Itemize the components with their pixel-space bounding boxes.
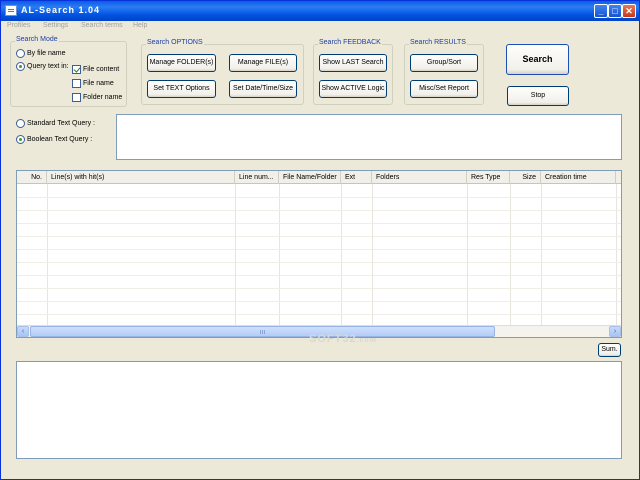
menu-settings[interactable]: Settings <box>43 22 68 29</box>
query-text-in-radio[interactable] <box>16 62 25 71</box>
col-header-line-num[interactable]: Line num... <box>235 171 279 184</box>
close-button[interactable]: ✕ <box>622 4 636 18</box>
menu-bar: Profiles Settings Search terms Help <box>1 21 639 33</box>
watermark: SOFT32.com <box>309 333 377 345</box>
boolean-query-label: Boolean Text Query : <box>27 136 93 143</box>
search-mode-title: Search Mode <box>15 36 59 43</box>
grid-row-divider <box>17 197 621 198</box>
query-text-in-label: Query text in: <box>27 63 69 70</box>
standard-query-radio[interactable] <box>16 119 25 128</box>
show-active-logic-button[interactable]: Show ACTIVE Logic <box>319 80 387 98</box>
set-date-time-size-button[interactable]: Set Date/Time/Size <box>229 80 297 98</box>
title-bar[interactable]: AL-Search 1.04 _ □ ✕ <box>1 1 639 21</box>
maximize-button[interactable]: □ <box>608 4 622 18</box>
file-content-checkbox[interactable] <box>72 65 81 74</box>
menu-search-terms[interactable]: Search terms <box>81 22 123 29</box>
main-window: AL-Search 1.04 _ □ ✕ Profiles Settings S… <box>0 0 640 480</box>
menu-profiles[interactable]: Profiles <box>7 22 30 29</box>
misc-set-report-button[interactable]: Misc/Set Report <box>410 80 478 98</box>
query-text-input[interactable] <box>116 114 622 160</box>
file-content-label: File content <box>83 66 120 73</box>
file-name-checkbox[interactable] <box>72 79 81 88</box>
grid-row-divider <box>17 249 621 250</box>
window-title: AL-Search 1.04 <box>21 5 101 15</box>
manage-files-button[interactable]: Manage FILE(s) <box>229 54 297 72</box>
grid-col-divider <box>47 184 48 326</box>
grid-col-divider <box>510 184 511 326</box>
standard-query-label: Standard Text Query : <box>27 120 95 127</box>
grid-col-divider <box>467 184 468 326</box>
app-icon <box>5 5 17 16</box>
stop-button[interactable]: Stop <box>507 86 569 106</box>
scroll-left-arrow-icon[interactable]: ‹ <box>17 326 29 337</box>
watermark-suffix: .com <box>356 337 377 344</box>
grid-col-divider <box>372 184 373 326</box>
grid-row-divider <box>17 262 621 263</box>
show-last-search-button[interactable]: Show LAST Search <box>319 54 387 72</box>
by-file-name-radio[interactable] <box>16 49 25 58</box>
results-table[interactable]: No. Line(s) with hit(s) Line num... File… <box>16 170 622 338</box>
sum-button[interactable]: Sum. <box>598 343 621 357</box>
grid-row-divider <box>17 288 621 289</box>
boolean-query-radio[interactable] <box>16 135 25 144</box>
grid-row-divider <box>17 314 621 315</box>
by-file-name-label: By file name <box>27 50 66 57</box>
col-header-res-type[interactable]: Res Type <box>467 171 510 184</box>
grid-row-divider <box>17 236 621 237</box>
grid-col-divider <box>235 184 236 326</box>
search-button[interactable]: Search <box>506 44 569 75</box>
col-header-ext[interactable]: Ext <box>341 171 372 184</box>
grid-row-divider <box>17 275 621 276</box>
folder-name-checkbox[interactable] <box>72 93 81 102</box>
search-options-title: Search OPTIONS <box>146 39 204 46</box>
col-header-creation-time[interactable]: Creation time <box>541 171 616 184</box>
watermark-text: SOFT32 <box>309 333 357 345</box>
group-sort-button[interactable]: Group/Sort <box>410 54 478 72</box>
search-feedback-title: Search FEEDBACK <box>318 39 382 46</box>
grid-row-divider <box>17 301 621 302</box>
col-header-folders[interactable]: Folders <box>372 171 467 184</box>
col-header-no[interactable]: No. <box>17 171 47 184</box>
report-output-area[interactable] <box>16 361 622 459</box>
grid-row-divider <box>17 223 621 224</box>
scroll-right-arrow-icon[interactable]: › <box>609 326 621 337</box>
col-header-lines-with-hits[interactable]: Line(s) with hit(s) <box>47 171 235 184</box>
minimize-button[interactable]: _ <box>594 4 608 18</box>
grid-col-divider <box>616 184 617 326</box>
grid-col-divider <box>279 184 280 326</box>
search-results-title: Search RESULTS <box>409 39 467 46</box>
set-text-options-button[interactable]: Set TEXT Options <box>147 80 216 98</box>
grid-col-divider <box>341 184 342 326</box>
grid-col-divider <box>541 184 542 326</box>
col-header-size[interactable]: Size <box>510 171 541 184</box>
results-table-header: No. Line(s) with hit(s) Line num... File… <box>17 171 621 184</box>
manage-folders-button[interactable]: Manage FOLDER(s) <box>147 54 216 72</box>
scrollbar-grip-icon <box>259 330 266 334</box>
folder-name-label: Folder name <box>83 94 123 101</box>
scrollbar-thumb[interactable] <box>30 326 495 337</box>
col-header-file-name-folder[interactable]: File Name/Folder <box>279 171 341 184</box>
file-name-label: File name <box>83 80 114 87</box>
grid-row-divider <box>17 210 621 211</box>
menu-help[interactable]: Help <box>133 22 147 29</box>
